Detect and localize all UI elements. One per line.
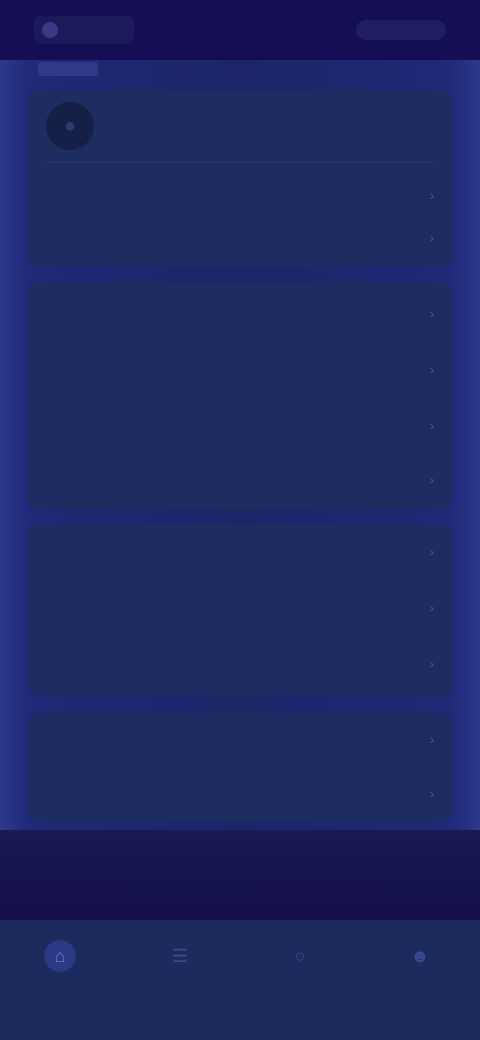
app-logo[interactable]	[34, 16, 134, 44]
settings-row-3[interactable]: ›	[28, 398, 452, 454]
settings-row-1[interactable]: ›	[28, 286, 452, 342]
settings-row-2[interactable]: ›	[28, 342, 452, 398]
info-row-1[interactable]: ›	[28, 524, 452, 580]
chevron-right-icon: ›	[430, 231, 434, 245]
chevron-right-icon: ›	[430, 307, 434, 321]
user-avatar-icon: ●	[46, 102, 94, 150]
profile-row[interactable]: ●	[28, 94, 452, 158]
app-logo-icon	[42, 22, 58, 38]
divider	[46, 162, 434, 163]
chevron-right-icon: ›	[430, 601, 434, 615]
tab-chat[interactable]: ○	[260, 940, 340, 978]
extra-card: › ›	[28, 712, 452, 822]
extra-row-2[interactable]: ›	[28, 766, 452, 822]
chevron-right-icon: ›	[430, 657, 434, 671]
extra-row-1[interactable]: ›	[28, 712, 452, 768]
top-bar	[0, 0, 480, 60]
settings-row-4[interactable]: ›	[28, 452, 452, 508]
chevron-right-icon: ›	[430, 733, 434, 747]
info-card: › › ›	[28, 524, 452, 696]
footer-link[interactable]	[28, 858, 188, 882]
settings-card: › › › ›	[28, 282, 452, 510]
profile-row-2[interactable]: ›	[28, 210, 452, 266]
chevron-right-icon: ›	[430, 787, 434, 801]
profile-icon: ☻	[410, 945, 430, 966]
list-icon: ☰	[171, 945, 189, 966]
home-icon: ⌂	[44, 940, 76, 972]
info-row-3[interactable]: ›	[28, 636, 452, 692]
top-right-action[interactable]	[356, 20, 446, 40]
chevron-right-icon: ›	[430, 363, 434, 377]
chevron-right-icon: ›	[430, 473, 434, 487]
chat-icon: ○	[294, 945, 306, 966]
tab-profile[interactable]: ☻	[380, 940, 460, 978]
chevron-right-icon: ›	[430, 545, 434, 559]
bottom-tab-bar: ⌂ ☰ ○ ☻	[0, 920, 480, 1040]
tab-home[interactable]: ⌂	[20, 940, 100, 978]
tab-list[interactable]: ☰	[140, 940, 220, 978]
section-title	[38, 62, 98, 76]
chevron-right-icon: ›	[430, 189, 434, 203]
profile-card: ● › ›	[28, 90, 452, 266]
chevron-right-icon: ›	[430, 419, 434, 433]
info-row-2[interactable]: ›	[28, 580, 452, 636]
